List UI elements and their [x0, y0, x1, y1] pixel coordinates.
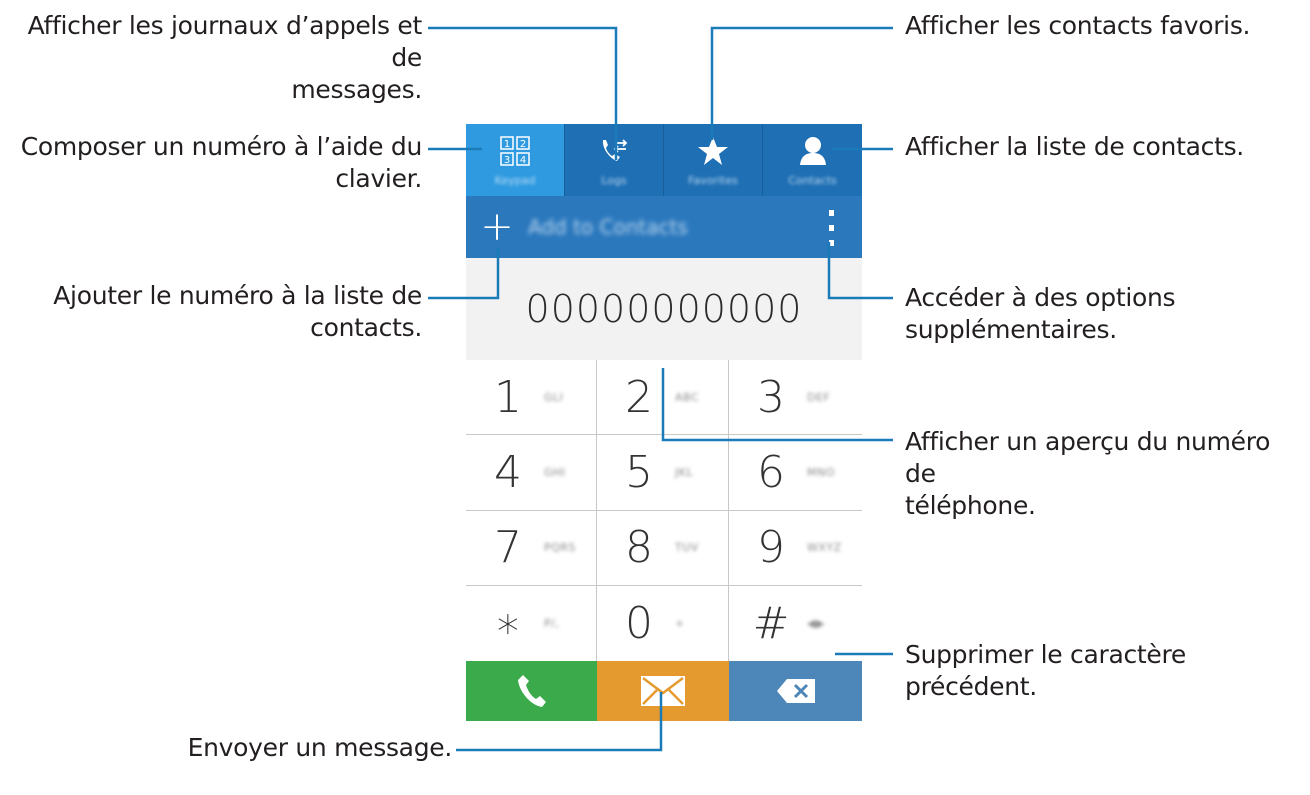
leader-message	[456, 692, 663, 752]
leader-add	[428, 248, 500, 300]
leader-logs	[428, 26, 618, 160]
leader-preview	[661, 368, 893, 442]
leader-options	[827, 242, 893, 300]
leader-favorites	[710, 26, 893, 140]
leader-lines	[428, 26, 893, 752]
